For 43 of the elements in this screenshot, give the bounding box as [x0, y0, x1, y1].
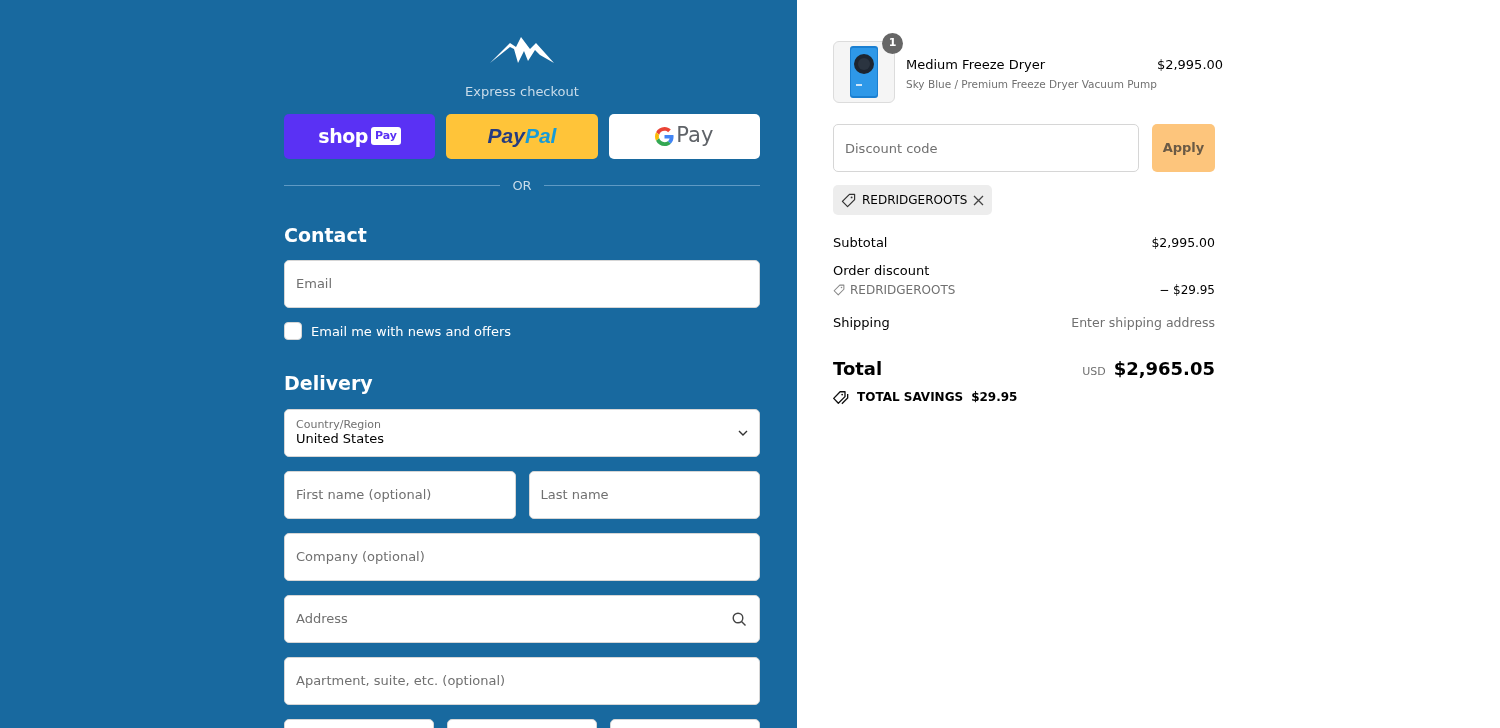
input-field[interactable]: Address	[284, 594, 760, 643]
total-label: Total	[833, 357, 883, 381]
search-icon	[732, 611, 747, 627]
google-g-icon	[655, 126, 675, 146]
product-variant: Sky Blue / Premium Freeze Dryer Vacuum Pump	[906, 76, 1157, 92]
section-heading: Delivery	[284, 371, 374, 396]
product-name: Medium Freeze Dryer	[906, 56, 1047, 74]
savings-label: TOTAL SAVINGS	[857, 389, 964, 406]
quantity-badge: 1	[882, 33, 903, 54]
input-field[interactable]: First name (optional)	[284, 470, 516, 519]
paypal-button[interactable]: PayPal	[446, 113, 598, 159]
currency-label: USD	[1082, 364, 1106, 380]
express-checkout-label: Express checkout	[464, 83, 580, 101]
remove-discount-button[interactable]	[973, 194, 985, 206]
summary-label: Subtotal	[833, 234, 888, 253]
discount-code-label: REDRIDGEROOTS	[862, 192, 968, 209]
shop-pay-button[interactable]: shop Pay	[284, 113, 436, 159]
savings-amount: $29.95	[971, 389, 1018, 406]
country-select[interactable]: Country/Region United States	[284, 408, 760, 457]
product-price: $2,995.00	[1156, 56, 1224, 74]
or-divider-label: OR	[512, 176, 532, 195]
discount-amount: − $29.95	[1159, 282, 1215, 299]
tag-icon	[833, 284, 845, 296]
discount-code-field[interactable]: Discount code	[833, 124, 1139, 172]
chevron-down-icon	[738, 429, 748, 436]
google-pay-button[interactable]: Pay	[608, 113, 760, 159]
input-field[interactable]: Apartment, suite, etc. (optional)	[284, 656, 760, 705]
checkbox[interactable]	[284, 322, 302, 341]
summary-value: Enter shipping address	[1071, 313, 1215, 332]
input-field[interactable]: Company (optional)	[284, 532, 760, 581]
checkbox-label: Email me with news and offers	[311, 322, 512, 341]
tags-icon	[833, 389, 849, 405]
discount-code-label: REDRIDGEROOTS	[850, 282, 956, 299]
section-heading: Contact	[284, 223, 368, 248]
input-field[interactable]: Last name	[528, 470, 760, 519]
close-icon	[973, 194, 985, 206]
summary-label: Order discount	[833, 262, 930, 281]
total-amount: $2,965.05	[1113, 357, 1215, 381]
apply-button[interactable]: Apply	[1152, 124, 1215, 172]
tag-icon	[841, 192, 856, 208]
summary-label: Shipping	[833, 314, 890, 333]
email-field[interactable]: Email	[284, 259, 760, 308]
summary-value: $2,995.00	[1151, 233, 1215, 252]
